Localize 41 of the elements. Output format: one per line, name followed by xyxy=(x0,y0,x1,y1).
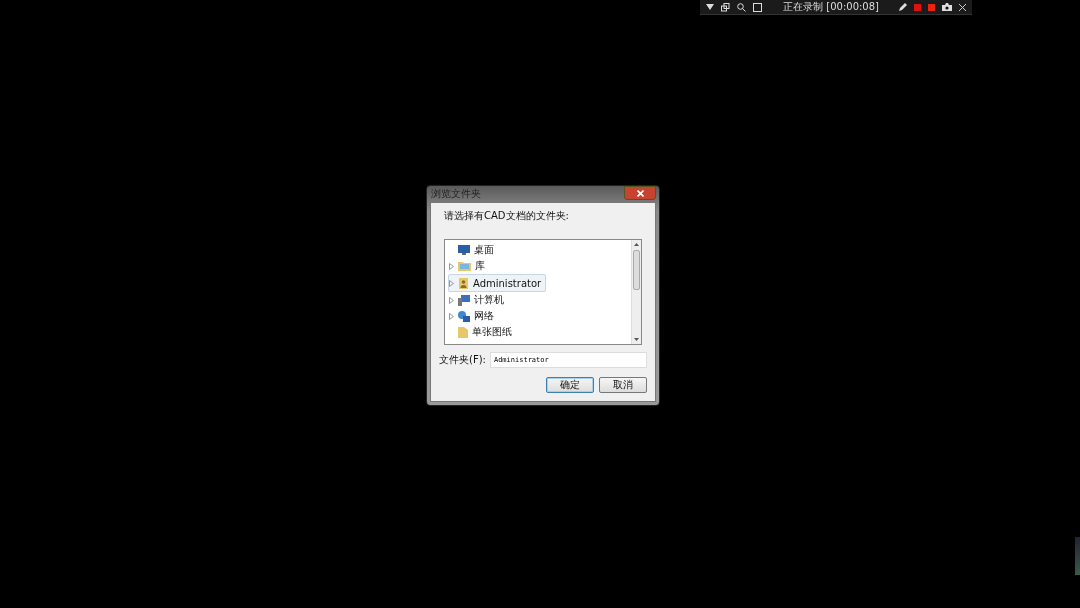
dropdown-icon[interactable] xyxy=(706,4,715,10)
user-folder-icon xyxy=(458,277,469,289)
tree-item-label: Administrator xyxy=(473,277,542,289)
prompt-text: 请选择有CAD文档的文件夹: xyxy=(444,209,570,223)
dialog-button[interactable]: 确定 xyxy=(546,377,594,393)
close-button[interactable] xyxy=(624,186,656,200)
dialog-button[interactable]: 取消 xyxy=(599,377,647,393)
tree-item-label: 计算机 xyxy=(474,293,504,307)
scroll-down-icon[interactable] xyxy=(634,338,639,341)
computer-icon xyxy=(458,294,470,306)
scroll-up-icon[interactable] xyxy=(634,243,639,246)
close-icon xyxy=(636,189,644,197)
window-title: 浏览文件夹 xyxy=(430,187,481,201)
tree-item[interactable]: 单张图纸 xyxy=(449,324,516,340)
pencil-icon[interactable] xyxy=(898,2,907,12)
network-icon xyxy=(458,310,470,322)
tree-item[interactable]: 计算机 xyxy=(449,292,508,308)
search-icon[interactable] xyxy=(737,2,747,12)
camera-icon[interactable] xyxy=(942,3,952,11)
expand-icon[interactable] xyxy=(449,279,454,287)
expand-icon[interactable] xyxy=(449,262,454,270)
folder-icon xyxy=(458,261,471,271)
tree-item-label: 库 xyxy=(475,259,485,273)
tree-item[interactable]: Administrator xyxy=(448,274,547,292)
tree-item-label: 网络 xyxy=(474,309,494,323)
windows-icon[interactable] xyxy=(721,2,731,12)
tree-item[interactable]: 库 xyxy=(449,258,489,274)
tree-item-label: 桌面 xyxy=(474,243,494,257)
folder-icon xyxy=(458,326,468,338)
frame-icon[interactable] xyxy=(753,2,763,12)
tree-item[interactable]: 网络 xyxy=(449,308,498,324)
desktop-icon xyxy=(458,245,470,255)
tree-item[interactable]: 桌面 xyxy=(449,242,498,258)
record-icon[interactable] xyxy=(914,3,921,11)
recording-status: 正在录制 [00:00:08] xyxy=(783,0,879,14)
stop-icon[interactable] xyxy=(928,3,935,11)
folder-label: 文件夹(F): xyxy=(439,353,486,367)
close-icon[interactable] xyxy=(959,3,966,11)
tree-item-label: 单张图纸 xyxy=(472,325,512,339)
scroll-thumb[interactable] xyxy=(633,250,640,290)
scrollbar[interactable] xyxy=(631,240,641,344)
